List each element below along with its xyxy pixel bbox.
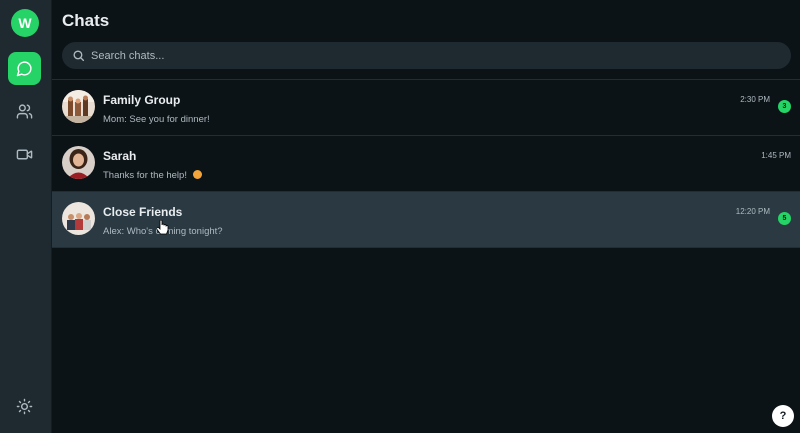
- chat-name: Family Group: [103, 93, 181, 107]
- contacts-icon: [16, 104, 33, 119]
- chat-icon: [16, 61, 32, 77]
- search-icon: [73, 50, 85, 62]
- nav-rail: W: [0, 0, 52, 433]
- search-input[interactable]: [91, 49, 771, 62]
- avatar: [62, 202, 95, 235]
- unread-badge: 5: [778, 212, 791, 225]
- search-bar[interactable]: [62, 42, 791, 69]
- chat-preview: Thanks for the help!: [103, 170, 202, 181]
- chat-time: 2:30 PM: [740, 95, 770, 104]
- nav-contacts-button[interactable]: [8, 95, 41, 128]
- video-icon: [16, 149, 33, 160]
- sun-icon: [16, 398, 33, 415]
- chat-item-sarah[interactable]: Sarah Thanks for the help! 1:45 PM: [52, 136, 800, 192]
- chat-name: Sarah: [103, 149, 137, 163]
- chat-time: 12:20 PM: [735, 207, 770, 216]
- nav-video-button[interactable]: [8, 138, 41, 171]
- chat-preview: Mom: See you for dinner!: [103, 114, 210, 125]
- avatar: [62, 90, 95, 123]
- pointer-cursor-icon: [157, 220, 169, 235]
- theme-toggle-button[interactable]: [8, 390, 41, 423]
- chat-preview-text: Thanks for the help!: [103, 170, 190, 181]
- smile-emoji-icon: [192, 170, 202, 179]
- help-button[interactable]: ?: [772, 405, 794, 427]
- nav-chats-button[interactable]: [8, 52, 41, 85]
- chat-panel: Chats Family Gro: [52, 0, 800, 433]
- chat-time: 1:45 PM: [761, 151, 791, 160]
- unread-badge: 3: [778, 100, 791, 113]
- chat-item-family-group[interactable]: Family Group Mom: See you for dinner! 2:…: [52, 80, 800, 136]
- page-title: Chats: [62, 11, 110, 30]
- avatar: [62, 146, 95, 179]
- chat-name: Close Friends: [103, 205, 183, 219]
- user-avatar[interactable]: W: [11, 9, 39, 37]
